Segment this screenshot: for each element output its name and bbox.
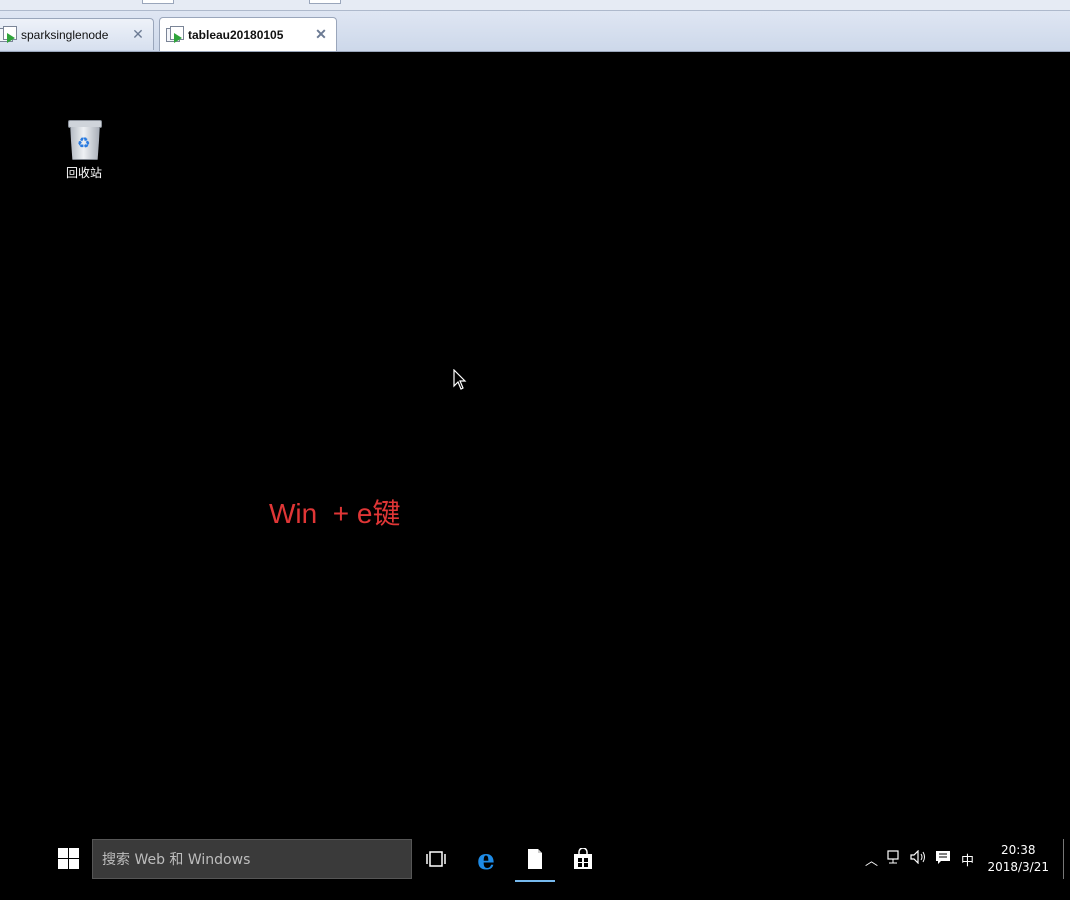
- vm-toolbar-strip: [0, 0, 1070, 11]
- tab-close-icon[interactable]: ✕: [314, 26, 328, 43]
- input-method-indicator[interactable]: 中: [955, 850, 979, 869]
- mouse-cursor-icon: [453, 369, 467, 390]
- volume-icon[interactable]: [907, 849, 931, 868]
- tab-label: tableau20180105: [188, 27, 284, 42]
- recycle-bin-label: 回收站: [65, 166, 102, 180]
- edge-icon[interactable]: e: [466, 839, 506, 879]
- action-center-icon[interactable]: [931, 850, 955, 869]
- network-icon[interactable]: [883, 850, 907, 868]
- task-view-icon[interactable]: [416, 839, 456, 879]
- desktop: [0, 52, 1070, 832]
- recycle-bin-shortcut[interactable]: ♻ 回收站: [56, 118, 112, 181]
- clock[interactable]: 20:38 2018/3/21: [987, 842, 1049, 876]
- store-icon[interactable]: [563, 839, 603, 879]
- vm-tab-bar: sparksinglenode ✕ tableau20180105 ✕: [0, 11, 1070, 52]
- clock-date: 2018/3/21: [987, 860, 1049, 874]
- toolbar-button[interactable]: [309, 0, 341, 4]
- taskbar: 搜索 Web 和 Windows e ︿ 中 20:38 2018/3/21: [0, 832, 1070, 884]
- recycle-bin-icon: ♻: [66, 118, 102, 160]
- tab-tableau20180105[interactable]: tableau20180105 ✕: [159, 17, 337, 51]
- tab-sparksinglenode[interactable]: sparksinglenode ✕: [0, 18, 154, 50]
- windows-start-icon[interactable]: [56, 846, 80, 870]
- toolbar-button[interactable]: [142, 0, 174, 4]
- search-placeholder: 搜索 Web 和 Windows: [102, 852, 251, 868]
- vm-icon: [166, 25, 184, 44]
- tab-label: sparksinglenode: [21, 27, 109, 42]
- tab-close-icon[interactable]: ✕: [131, 26, 145, 43]
- search-input[interactable]: 搜索 Web 和 Windows: [92, 839, 412, 879]
- tray-chevron-icon[interactable]: ︿: [859, 850, 883, 869]
- vm-icon: [0, 25, 17, 44]
- system-tray: ︿ 中 20:38 2018/3/21: [859, 839, 1070, 879]
- show-desktop-button[interactable]: [1063, 839, 1064, 879]
- file-explorer-icon[interactable]: [515, 839, 555, 882]
- shortcut-annotation: Win + e键: [269, 498, 401, 529]
- clock-time: 20:38: [1000, 843, 1036, 857]
